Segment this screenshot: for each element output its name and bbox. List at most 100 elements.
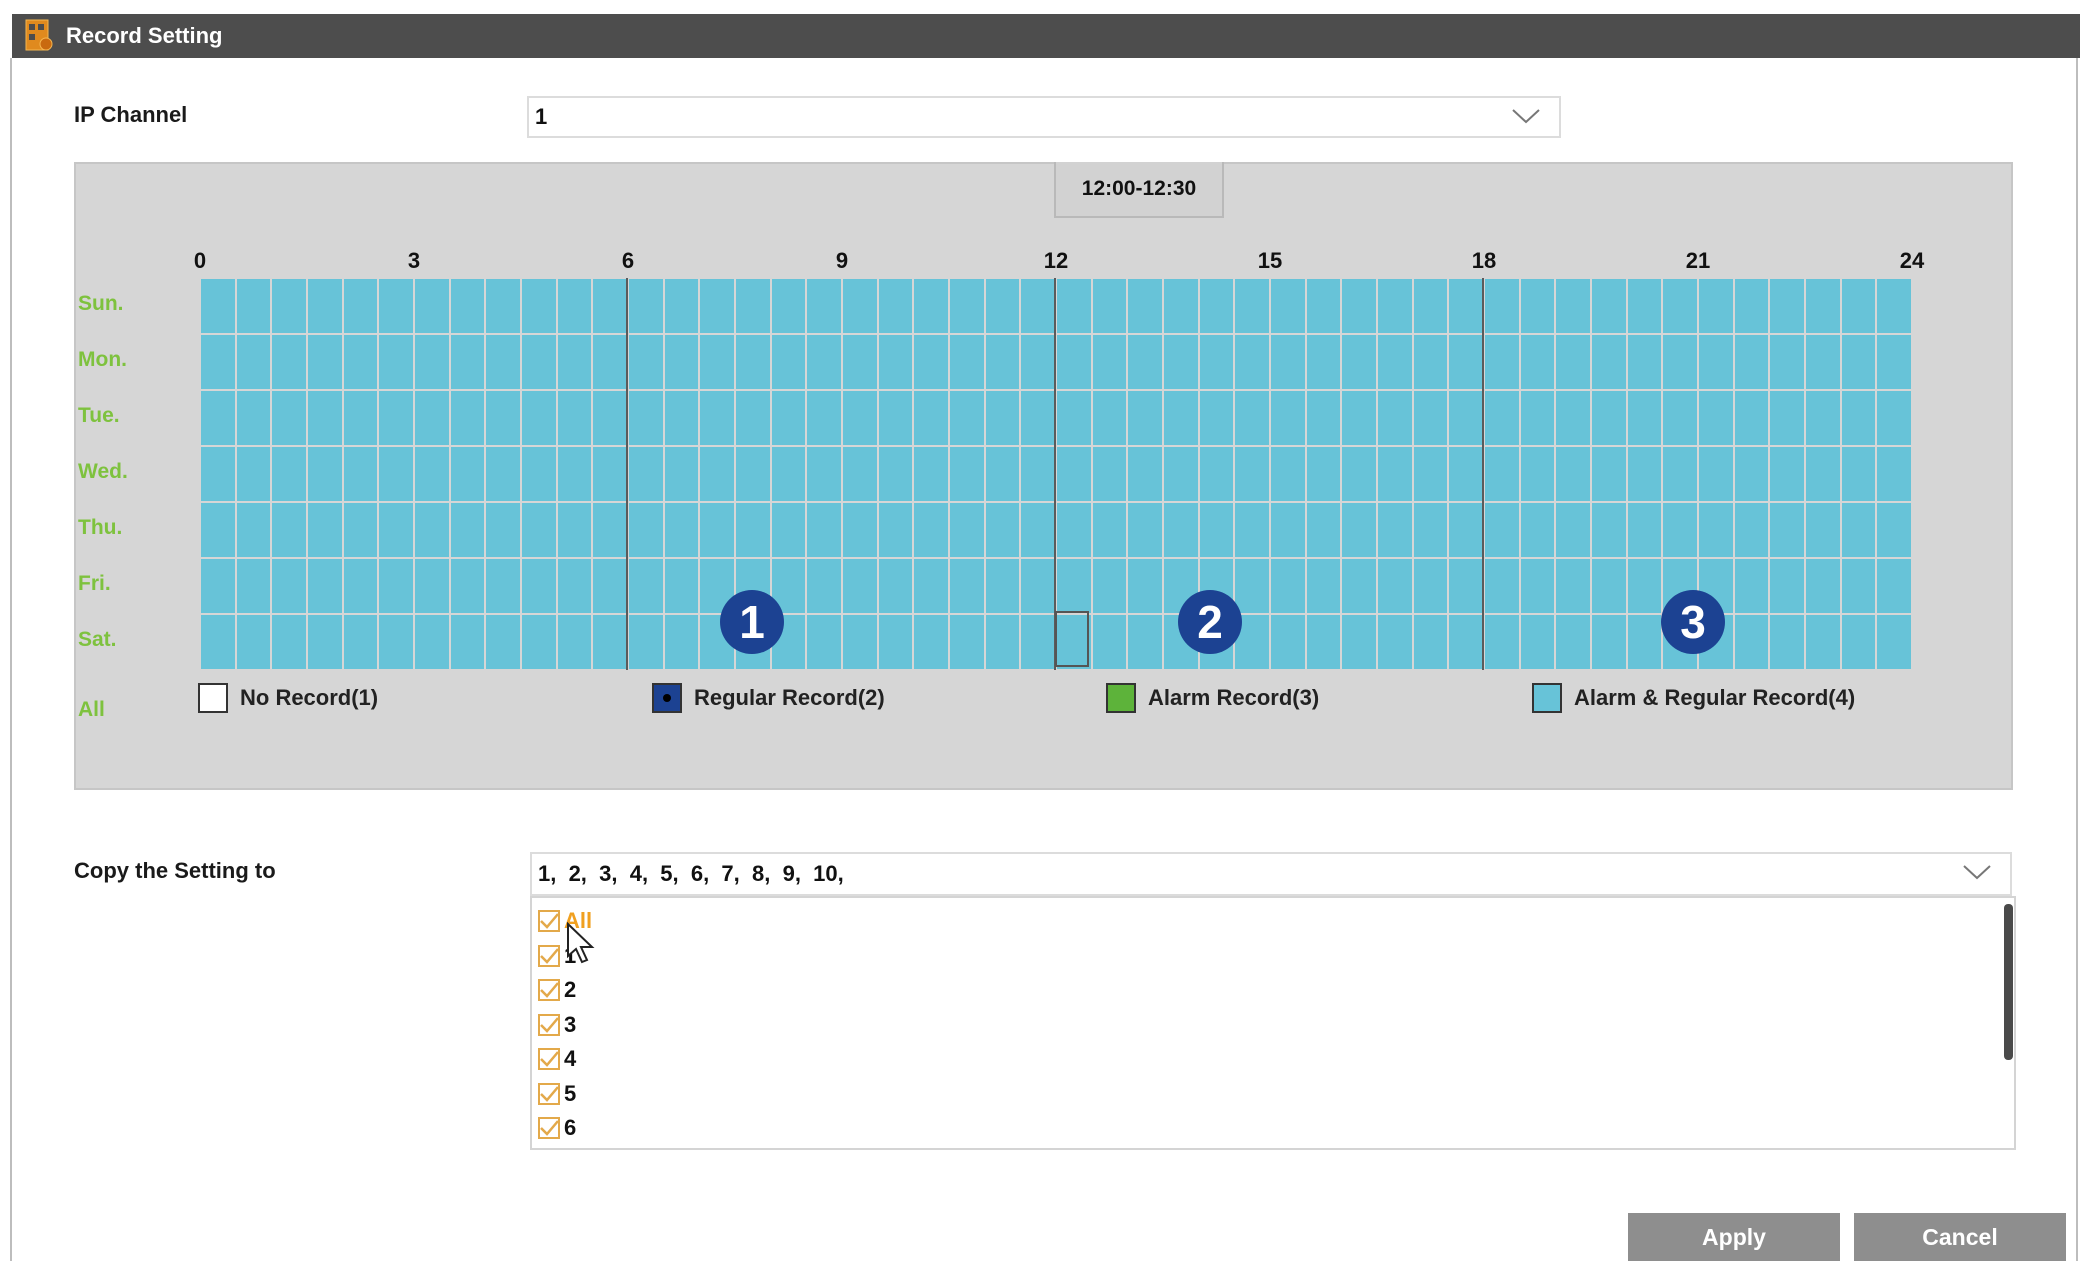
schedule-cell[interactable] (1556, 503, 1590, 557)
schedule-cell[interactable] (1663, 391, 1697, 445)
schedule-cell[interactable] (557, 503, 592, 557)
schedule-cell[interactable] (807, 391, 841, 445)
day-label[interactable]: Sat. (78, 628, 117, 652)
schedule-cell[interactable] (1841, 447, 1876, 501)
schedule-cell[interactable] (1592, 335, 1626, 389)
schedule-cell[interactable] (664, 279, 699, 333)
schedule-cell[interactable] (878, 559, 913, 613)
schedule-cell[interactable] (1378, 615, 1412, 669)
schedule-cell[interactable] (1306, 559, 1341, 613)
schedule-cell[interactable] (486, 615, 520, 669)
ip-channel-select[interactable]: 1 (527, 96, 1561, 138)
schedule-cell[interactable] (272, 503, 306, 557)
schedule-cell[interactable] (664, 615, 699, 669)
schedule-cell[interactable] (272, 279, 306, 333)
schedule-cell[interactable] (1199, 447, 1234, 501)
schedule-cell[interactable] (1164, 447, 1198, 501)
schedule-cell[interactable] (450, 391, 485, 445)
schedule-cell[interactable] (1413, 503, 1448, 557)
schedule-cell[interactable] (236, 615, 271, 669)
schedule-cell[interactable] (700, 447, 734, 501)
schedule-cell[interactable] (486, 279, 520, 333)
schedule-cell[interactable] (1806, 279, 1840, 333)
schedule-cell[interactable] (522, 279, 556, 333)
schedule-cell[interactable] (1235, 503, 1269, 557)
checkbox-checked-icon[interactable] (538, 979, 560, 1001)
schedule-cell[interactable] (1342, 279, 1376, 333)
schedule-cell[interactable] (522, 559, 556, 613)
schedule-cell[interactable] (1592, 503, 1626, 557)
schedule-cell[interactable] (201, 615, 235, 669)
day-label[interactable]: Fri. (78, 572, 111, 596)
schedule-cell[interactable] (1021, 391, 1055, 445)
schedule-cell[interactable] (1021, 335, 1055, 389)
schedule-cell[interactable] (1485, 503, 1519, 557)
schedule-cell[interactable] (1092, 447, 1127, 501)
schedule-cell[interactable] (1592, 391, 1626, 445)
legend-no-record[interactable]: No Record(1) (198, 683, 378, 713)
schedule-cell[interactable] (1627, 615, 1662, 669)
schedule-cell[interactable] (736, 447, 770, 501)
schedule-cell[interactable] (1342, 391, 1376, 445)
schedule-cell[interactable] (664, 503, 699, 557)
schedule-cell[interactable] (1235, 335, 1269, 389)
schedule-cell[interactable] (1520, 559, 1555, 613)
schedule-cell[interactable] (950, 503, 984, 557)
schedule-cell[interactable] (1592, 615, 1626, 669)
schedule-cell[interactable] (1627, 335, 1662, 389)
schedule-cell[interactable] (985, 615, 1020, 669)
schedule-cell[interactable] (700, 503, 734, 557)
schedule-cell[interactable] (1128, 559, 1162, 613)
schedule-cell[interactable] (1199, 279, 1234, 333)
schedule-cell[interactable] (1449, 615, 1483, 669)
chevron-down-icon[interactable] (1511, 106, 1541, 132)
schedule-cell[interactable] (1520, 503, 1555, 557)
schedule-cell[interactable] (985, 503, 1020, 557)
schedule-cell[interactable] (593, 615, 627, 669)
schedule-cell[interactable] (415, 559, 449, 613)
schedule-cell[interactable] (201, 447, 235, 501)
schedule-cell[interactable] (1306, 503, 1341, 557)
schedule-cell[interactable] (486, 447, 520, 501)
schedule-cell[interactable] (1592, 559, 1626, 613)
schedule-cell[interactable] (450, 615, 485, 669)
regular-record-swatch[interactable] (652, 683, 682, 713)
schedule-cell[interactable] (629, 503, 663, 557)
schedule-cell[interactable] (1306, 391, 1341, 445)
schedule-cell[interactable] (1413, 391, 1448, 445)
schedule-cell[interactable] (343, 279, 378, 333)
schedule-cell[interactable] (807, 279, 841, 333)
schedule-cell[interactable] (914, 559, 948, 613)
schedule-cell[interactable] (736, 279, 770, 333)
schedule-cell[interactable] (308, 503, 342, 557)
schedule-cell[interactable] (771, 335, 806, 389)
schedule-cell[interactable] (343, 615, 378, 669)
schedule-cell[interactable] (1556, 335, 1590, 389)
schedule-cell[interactable] (236, 447, 271, 501)
no-record-swatch[interactable] (198, 683, 228, 713)
schedule-cell[interactable] (1378, 335, 1412, 389)
schedule-cell[interactable] (1449, 503, 1483, 557)
schedule-cell[interactable] (1485, 391, 1519, 445)
schedule-cell[interactable] (1271, 279, 1305, 333)
schedule-cell[interactable] (1663, 503, 1697, 557)
schedule-cell[interactable] (1627, 447, 1662, 501)
schedule-cell[interactable] (379, 279, 413, 333)
schedule-cell[interactable] (950, 447, 984, 501)
schedule-cell[interactable] (308, 279, 342, 333)
copy-option[interactable]: 3 (538, 1012, 576, 1038)
schedule-cell[interactable] (985, 447, 1020, 501)
schedule-cell[interactable] (736, 335, 770, 389)
schedule-cell[interactable] (236, 335, 271, 389)
schedule-cell[interactable] (486, 391, 520, 445)
legend-regular-record[interactable]: Regular Record(2) (652, 683, 885, 713)
schedule-cell[interactable] (1877, 615, 1911, 669)
schedule-cell[interactable] (807, 503, 841, 557)
schedule-cell[interactable] (1057, 503, 1091, 557)
schedule-cell[interactable] (1699, 279, 1733, 333)
checkbox-checked-icon[interactable] (538, 944, 560, 967)
schedule-cell[interactable] (1378, 391, 1412, 445)
schedule-cell[interactable] (1164, 335, 1198, 389)
schedule-cell[interactable] (593, 559, 627, 613)
schedule-cell[interactable] (1556, 391, 1590, 445)
